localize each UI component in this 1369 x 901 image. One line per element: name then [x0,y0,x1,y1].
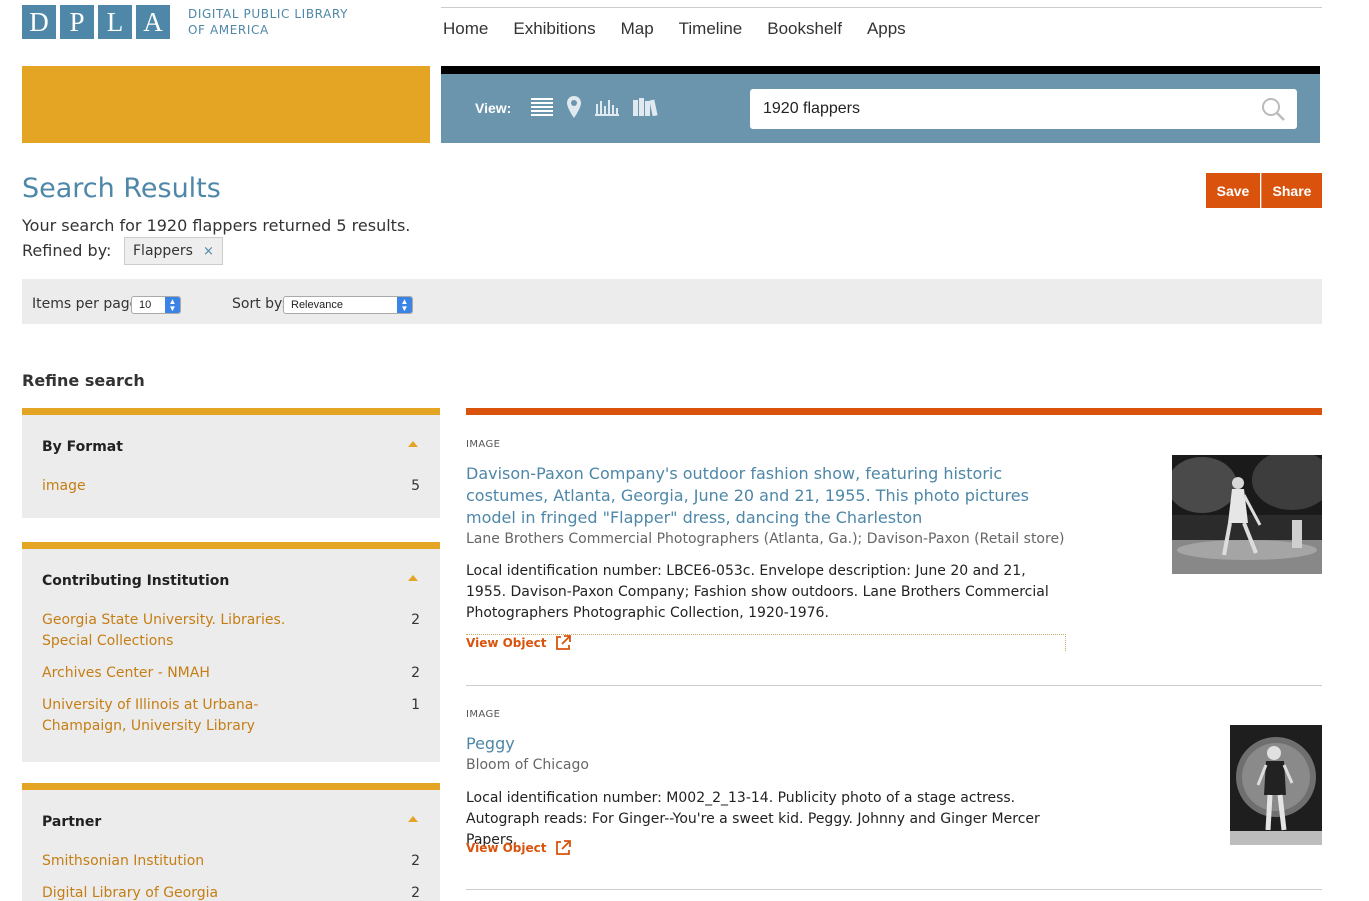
nav-exhibitions[interactable]: Exhibitions [513,19,595,39]
facet-heading[interactable]: Partner [42,814,101,830]
dpla-logo[interactable]: D P L A DIGITAL PUBLIC LIBRARY OF AMERIC… [22,5,348,39]
logo-letter: D [22,5,56,39]
search-band: View: [441,66,1320,143]
nav-timeline[interactable]: Timeline [679,19,743,39]
facet-count: 1 [411,697,420,713]
collapse-caret-icon[interactable] [408,816,418,822]
chip-label: Flappers [133,243,193,259]
main-nav: Home Exhibitions Map Timeline Bookshelf … [443,19,931,39]
logo-letter: A [136,5,170,39]
nav-bookshelf[interactable]: Bookshelf [767,19,842,39]
collapse-caret-icon[interactable] [408,441,418,447]
share-button[interactable]: Share [1261,173,1322,208]
result-title-link[interactable]: Peggy [466,733,1066,755]
facet-count: 2 [411,853,420,869]
logo-letter: L [98,5,132,39]
view-object-label: View Object [466,636,547,650]
view-switcher [531,96,673,118]
facet-format: By Format image 5 [22,408,440,518]
view-object-link[interactable]: View Object [466,635,572,651]
logo-mark: D P L A [22,5,174,39]
view-object-label: View Object [466,841,547,855]
timeline-view-icon[interactable] [595,98,619,116]
result-separator [466,685,1322,686]
result-thumbnail[interactable] [1172,455,1322,574]
facet-partner: Partner Smithsonian Institution 2 Digita… [22,783,440,901]
result-description: Local identification number: LBCE6-053c.… [466,563,1049,621]
header-accent-bar [22,66,430,143]
refined-by-label: Refined by: [22,241,112,260]
nav-map[interactable]: Map [621,19,654,39]
list-view-icon[interactable] [531,98,553,116]
select-arrows-icon: ▲ ▼ [165,297,180,313]
external-link-icon [556,635,572,650]
facet-heading[interactable]: Contributing Institution [42,573,229,589]
result-separator [466,889,1322,890]
result-title-link[interactable]: Davison-Paxon Company's outdoor fashion … [466,463,1066,529]
external-link-icon [556,840,572,855]
nav-home[interactable]: Home [443,19,488,39]
result-type: IMAGE [466,439,501,450]
view-label: View: [475,100,512,116]
view-object-link[interactable]: View Object [466,840,572,856]
logo-wordmark: DIGITAL PUBLIC LIBRARY OF AMERICA [188,6,348,38]
facet-count: 2 [411,665,420,681]
items-per-page-value: 10 [139,299,152,311]
logo-letter: P [60,5,94,39]
refine-search-heading: Refine search [22,371,145,390]
facet-count: 2 [411,612,420,628]
facet-item-smithsonian[interactable]: Smithsonian Institution [42,851,332,872]
sort-select[interactable]: Relevance ▲ ▼ [283,296,413,314]
facet-contributing-institution: Contributing Institution Georgia State U… [22,542,440,762]
result-thumbnail[interactable] [1230,725,1322,845]
map-view-icon[interactable] [567,96,581,118]
sort-by-label: Sort by: [232,296,287,312]
facet-item-illinois[interactable]: University of Illinois at Urbana-Champai… [42,695,332,737]
items-per-page-select[interactable]: 10 ▲ ▼ [131,296,181,314]
facet-count: 5 [411,478,420,494]
results-summary: Your search for 1920 flappers returned 5… [22,216,411,235]
facet-item-dlg[interactable]: Digital Library of Georgia [42,883,332,901]
result-creator: Bloom of Chicago [466,757,589,773]
sort-value: Relevance [291,299,343,311]
search-icon[interactable] [1261,97,1285,126]
items-per-page-label: Items per page: [32,296,144,312]
header-rule [441,7,1322,8]
results-top-bar [466,408,1322,415]
logo-line-1: DIGITAL PUBLIC LIBRARY [188,7,349,21]
collapse-caret-icon[interactable] [408,575,418,581]
nav-apps[interactable]: Apps [867,19,906,39]
facet-item-archives-center[interactable]: Archives Center - NMAH [42,663,332,684]
search-box [750,89,1297,129]
refinement-chip: Flappers × [124,237,223,265]
result-type: IMAGE [466,709,501,720]
result-creator: Lane Brothers Commercial Photographers (… [466,531,1065,547]
results-toolbar: Items per page: 10 ▲ ▼ Sort by: Relevance… [22,279,1322,324]
facet-count: 2 [411,885,420,901]
facet-heading[interactable]: By Format [42,439,123,455]
search-input[interactable] [750,89,1230,129]
facet-item-image[interactable]: image [42,476,332,497]
facet-item-georgia-state[interactable]: Georgia State University. Libraries. Spe… [42,610,332,652]
logo-line-2: OF AMERICA [188,23,269,37]
remove-refinement-icon[interactable]: × [203,244,214,259]
select-arrows-icon: ▲ ▼ [397,297,412,313]
bookshelf-view-icon[interactable] [633,98,659,116]
page-title: Search Results [22,173,221,204]
save-button[interactable]: Save [1206,173,1260,208]
